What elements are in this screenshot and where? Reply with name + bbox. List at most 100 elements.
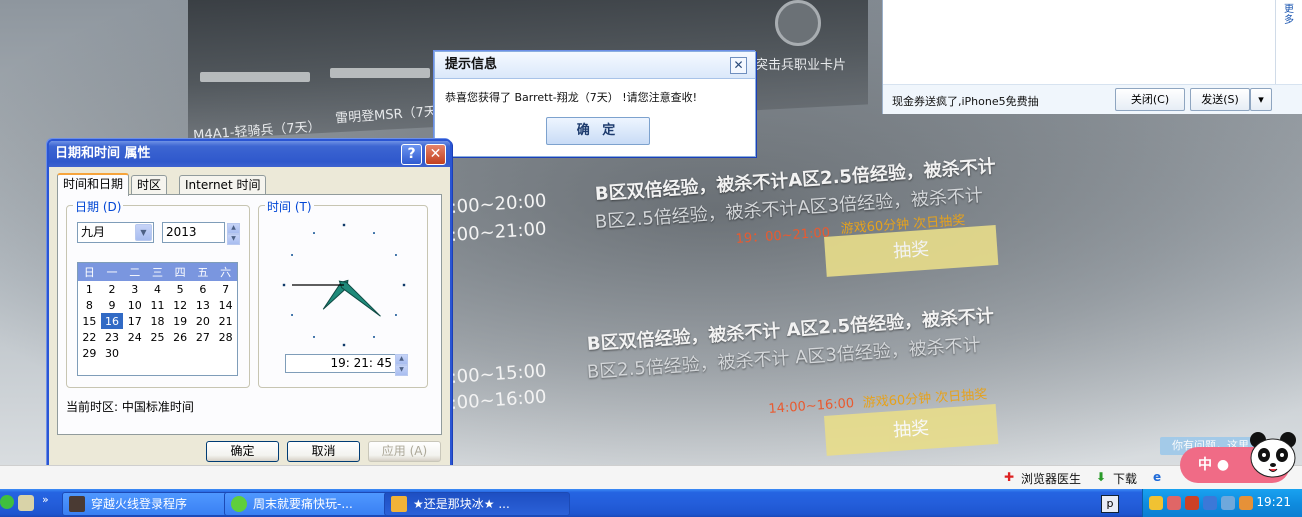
send-options-chevron-down-icon[interactable]: ▾ — [1250, 88, 1272, 111]
apply-button[interactable]: 应用 (A) — [368, 441, 441, 462]
clock-tick — [373, 232, 375, 234]
quick-launch-chevron-icon[interactable]: » — [42, 493, 49, 506]
calendar-day[interactable]: 6 — [192, 281, 215, 297]
calendar-empty — [192, 345, 215, 361]
calendar-day[interactable]: 22 — [78, 329, 101, 345]
clock-tick — [313, 232, 315, 234]
chat-toolbar: 现金券送疯了,iPhone5免费抽 关闭(C) 发送(S) ▾ — [883, 84, 1302, 114]
clock-tick — [373, 336, 375, 338]
year-spinner[interactable]: 2013 ▲ ▼ — [162, 222, 240, 245]
calendar-day[interactable]: 30 — [101, 345, 124, 361]
qq-icon[interactable] — [1149, 496, 1163, 510]
task-item-2[interactable]: 周末就要痛快玩-... — [224, 492, 400, 516]
calendar-day[interactable]: 7 — [214, 281, 237, 297]
task-label-1: 穿越火线登录程序 — [91, 497, 188, 511]
calendar-day[interactable]: 8 — [78, 297, 101, 313]
clock-tick — [342, 223, 346, 227]
calendar-day[interactable]: 23 — [101, 329, 124, 345]
tab-time-and-date[interactable]: 时间和日期 — [57, 173, 130, 196]
calendar-day[interactable]: 3 — [123, 281, 146, 297]
calendar-day[interactable]: 1 — [78, 281, 101, 297]
calendar-day[interactable]: 29 — [78, 345, 101, 361]
tab-timezone[interactable]: 时区 — [131, 175, 168, 194]
time-group: 时间 (T) 19: 21: 45 ▲ ▼ — [258, 198, 428, 388]
calendar-empty — [146, 345, 169, 361]
close-button[interactable]: 关闭(C) — [1115, 88, 1185, 111]
security-icon[interactable] — [1185, 496, 1199, 510]
calendar-day[interactable]: 11 — [146, 297, 169, 313]
calendar-day[interactable]: 21 — [214, 313, 237, 329]
calendar-grid[interactable]: 日一二三四五六 1 2 3 4 5 6 7 8 9 10 11 12 13 14 15 16 17 18 19 20 2… — [77, 262, 238, 376]
cancel-button[interactable]: 取消 — [287, 441, 360, 462]
message-ok-button[interactable]: 确 定 — [546, 117, 650, 145]
calendar-day[interactable]: 25 — [146, 329, 169, 345]
browser-status-strip: ✚ 浏览器医生 ⬇ 下载 e — [0, 465, 1302, 490]
sniper-image — [330, 68, 430, 78]
tray-app-icon[interactable] — [1167, 496, 1181, 510]
calendar-day[interactable]: 14 — [214, 297, 237, 313]
message-body: 恭喜您获得了 Barrett-翔龙（7天） !请您注意查收! — [445, 91, 698, 104]
calendar-day[interactable]: 9 — [101, 297, 124, 313]
calendar-day[interactable]: 26 — [169, 329, 192, 345]
download-label[interactable]: 下载 — [1113, 470, 1137, 487]
timezone-text: 当前时区: 中国标准时间 — [66, 400, 194, 414]
calendar-day[interactable]: 24 — [123, 329, 146, 345]
close-icon[interactable]: ✕ — [425, 144, 446, 165]
download-icon[interactable]: ⬇ — [1096, 470, 1106, 484]
system-tray: 19:21 — [1142, 489, 1302, 517]
calendar-day[interactable]: 15 — [78, 313, 101, 329]
chat-divider — [1275, 0, 1276, 84]
tab-internet-time[interactable]: Internet 时间 — [179, 175, 267, 194]
weapon-label-3: 突击兵职业卡片 — [755, 58, 847, 73]
ie-icon[interactable]: e — [1153, 470, 1161, 484]
time-group-label: 时间 (T) — [265, 198, 314, 215]
calendar-day[interactable]: 18 — [146, 313, 169, 329]
more-link[interactable]: 更多 — [1284, 4, 1302, 26]
chat-ad-text[interactable]: 现金券送疯了,iPhone5免费抽 — [892, 93, 1039, 109]
clock-tick — [291, 314, 293, 316]
calendar-day[interactable]: 12 — [169, 297, 192, 313]
volume-icon[interactable] — [1239, 496, 1253, 510]
calendar-day[interactable]: 27 — [192, 329, 215, 345]
browser-doctor-label[interactable]: 浏览器医生 — [1021, 470, 1081, 487]
task-item-3[interactable]: ★还是那块冰★ ... — [384, 492, 570, 516]
time-input[interactable]: 19: 21: 45 — [285, 354, 396, 373]
calendar-empty — [123, 345, 146, 361]
tray-clock: 19:21 — [1256, 495, 1291, 509]
help-icon[interactable]: ? — [401, 144, 422, 165]
start-icon[interactable] — [0, 495, 14, 509]
calendar-day[interactable]: 2 — [101, 281, 124, 297]
calendar-day[interactable]: 19 — [169, 313, 192, 329]
panda-mascot-icon[interactable] — [1244, 430, 1302, 480]
calendar-day[interactable]: 28 — [214, 329, 237, 345]
calendar-day[interactable]: 13 — [192, 297, 215, 313]
clock-tick — [342, 343, 346, 347]
chevron-down-icon[interactable]: ▼ — [135, 224, 152, 241]
calendar-empty — [214, 345, 237, 361]
calendar-empty — [169, 345, 192, 361]
clock-tick — [282, 283, 286, 287]
game-icon — [69, 496, 85, 512]
calendar-day[interactable]: 4 — [146, 281, 169, 297]
quick-launch-icon[interactable] — [18, 495, 34, 511]
message-close-icon[interactable]: ✕ — [730, 57, 747, 74]
calendar-day[interactable]: 17 — [123, 313, 146, 329]
shield-icon[interactable] — [1203, 496, 1217, 510]
calendar-day[interactable]: 5 — [169, 281, 192, 297]
date-group-label: 日期 (D) — [73, 198, 124, 215]
weekday-header: 日 — [78, 263, 101, 281]
input-method-icon[interactable]: p — [1101, 495, 1119, 513]
calendar-day[interactable]: 10 — [123, 297, 146, 313]
browser-doctor-icon[interactable]: ✚ — [1004, 470, 1014, 484]
network-icon[interactable] — [1221, 496, 1235, 510]
year-spin-buttons[interactable]: ▲ ▼ — [227, 223, 240, 245]
year-value: 2013 — [166, 225, 197, 239]
ok-button[interactable]: 确定 — [206, 441, 279, 462]
send-button[interactable]: 发送(S) — [1190, 88, 1250, 111]
month-select[interactable]: 九月 ▼ — [77, 222, 154, 243]
month-value: 九月 — [81, 225, 106, 239]
calendar-day[interactable]: 20 — [192, 313, 215, 329]
message-box: 提示信息 ✕ 恭喜您获得了 Barrett-翔龙（7天） !请您注意查收! 确 … — [434, 51, 756, 157]
calendar-day[interactable]: 16 — [100, 313, 124, 329]
time-spin-buttons[interactable]: ▲ ▼ — [395, 354, 408, 376]
